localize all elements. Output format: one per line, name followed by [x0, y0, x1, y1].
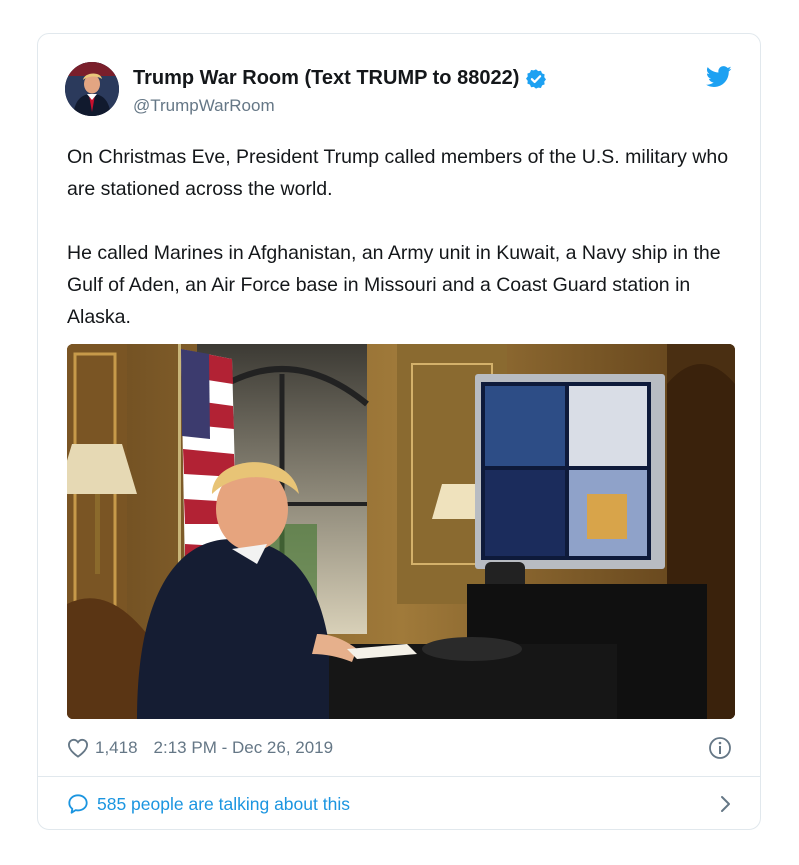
verified-badge-icon: [526, 68, 547, 89]
tweet-text: On Christmas Eve, President Trump called…: [67, 141, 737, 333]
conversation-link[interactable]: 585 people are talking about this: [67, 789, 732, 819]
author-avatar[interactable]: [65, 62, 119, 116]
tweet-paragraph: On Christmas Eve, President Trump called…: [67, 146, 729, 200]
photo-scene: [67, 344, 735, 719]
author-name[interactable]: Trump War Room (Text TRUMP to 88022): [133, 67, 519, 90]
heart-icon[interactable]: [67, 738, 89, 758]
conversation-label[interactable]: 585 people are talking about this: [97, 794, 350, 815]
speech-bubble-icon: [68, 794, 88, 814]
tweet-photo[interactable]: [67, 344, 735, 719]
author-name-row[interactable]: Trump War Room (Text TRUMP to 88022): [133, 67, 547, 90]
twitter-bird-icon[interactable]: [706, 66, 732, 88]
tweet-card[interactable]: Trump War Room (Text TRUMP to 88022) @Tr…: [37, 33, 761, 830]
info-icon[interactable]: [708, 736, 732, 760]
like-count[interactable]: 1,418: [95, 738, 138, 758]
author-handle[interactable]: @TrumpWarRoom: [133, 96, 275, 116]
tweet-header: Trump War Room (Text TRUMP to 88022) @Tr…: [65, 62, 732, 122]
tweet-timestamp[interactable]: 2:13 PM - Dec 26, 2019: [154, 738, 334, 758]
chevron-right-icon[interactable]: [718, 795, 732, 813]
tweet-paragraph: He called Marines in Afghanistan, an Arm…: [67, 242, 721, 328]
tweet-meta-row: 1,418 2:13 PM - Dec 26, 2019: [67, 734, 732, 762]
divider: [38, 776, 760, 777]
